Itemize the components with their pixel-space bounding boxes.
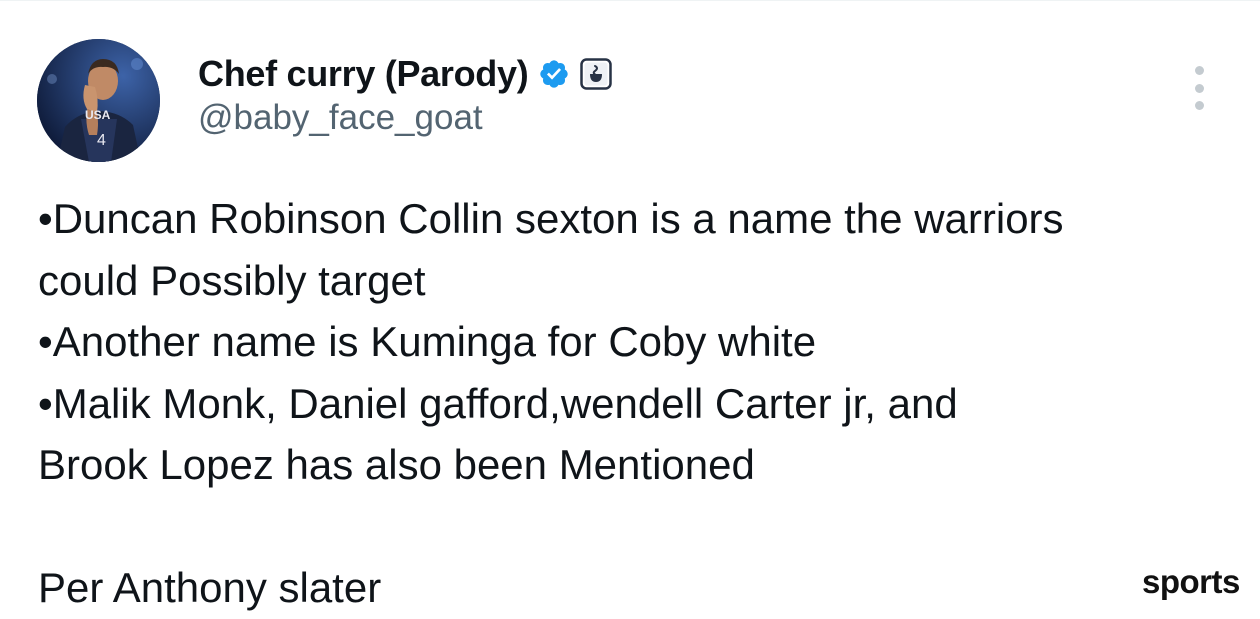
- tweet-line: •Duncan Robinson Collin sexton is a name…: [38, 195, 1064, 242]
- more-options-button[interactable]: [1180, 66, 1218, 110]
- tweet-line: could Possibly target: [38, 256, 426, 304]
- author-name-row: Chef curry (Parody): [198, 50, 613, 98]
- author-handle[interactable]: @baby_face_goat: [198, 98, 483, 138]
- tweet-line: Brook Lopez has also been Mentioned: [38, 441, 755, 488]
- more-options-icon-dot: [1194, 83, 1204, 93]
- tweet-line-source: Per Anthony slater: [38, 564, 382, 611]
- avatar-jersey-number: 4: [97, 132, 106, 149]
- avatar[interactable]: USA 4: [37, 39, 160, 162]
- more-options-icon: [1194, 66, 1204, 75]
- avatar-jersey-text: USA: [85, 108, 111, 122]
- author-display-name[interactable]: Chef curry (Parody): [198, 53, 529, 95]
- tweet-line: •Malik Monk, Daniel gafford,wendell Cart…: [38, 379, 958, 427]
- verified-badge-icon: [538, 58, 570, 90]
- watermark-sports: sports: [1142, 563, 1240, 600]
- tweet-line: •Another name is Kuminga for Coby white: [38, 318, 817, 365]
- tweet-text: •Duncan Robinson Collin sexton is a name…: [38, 188, 1238, 619]
- more-options-icon-dot: [1194, 101, 1204, 110]
- affiliate-badge-icon[interactable]: [580, 58, 613, 90]
- avatar-photo: USA 4: [37, 39, 160, 162]
- top-divider: [0, 0, 1260, 1]
